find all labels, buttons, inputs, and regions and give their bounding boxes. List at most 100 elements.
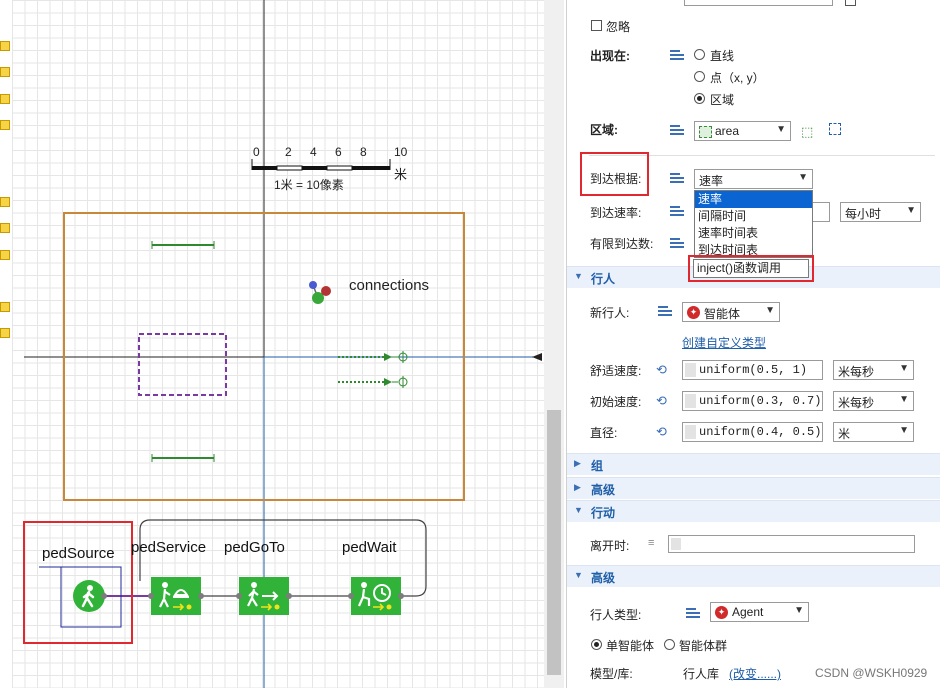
ped-wait-out-port[interactable] <box>398 593 404 599</box>
scale-caption: 1米 = 10像素 <box>274 178 344 192</box>
appear-option-point-radio[interactable] <box>694 71 705 82</box>
dynamic-value-icon[interactable]: ⟲ <box>656 393 667 409</box>
service-icon <box>159 582 192 611</box>
static-value-icon[interactable] <box>670 125 684 135</box>
dynamic-value-icon[interactable]: ⟲ <box>656 362 667 378</box>
canvas-scrollbar-thumb[interactable] <box>547 410 561 675</box>
ped-source-label: pedSource <box>42 545 115 562</box>
palette-item-icon[interactable] <box>0 302 10 312</box>
palette-item-icon[interactable] <box>0 67 10 77</box>
area-label: 区域: <box>590 123 618 137</box>
section-advanced-2[interactable]: ▼ 高级 <box>567 565 940 587</box>
static-value-icon[interactable] <box>658 306 672 316</box>
single-agent-label: 单智能体 <box>606 639 655 653</box>
create-type-link[interactable]: 创建自定义类型 <box>682 334 766 351</box>
comfort-speed-label: 舒适速度: <box>590 364 642 378</box>
name-field[interactable] <box>684 0 833 6</box>
chevron-down-icon: ▼ <box>765 305 775 316</box>
static-value-icon[interactable] <box>670 50 684 60</box>
new-ped-label: 新行人: <box>590 306 630 320</box>
dropdown-option-rate[interactable]: 速率 <box>695 191 812 208</box>
ped-service-block[interactable] <box>151 577 201 615</box>
palette-item-icon[interactable] <box>0 328 10 338</box>
agent-group-radio[interactable] <box>664 639 675 650</box>
palette-item-icon[interactable] <box>0 223 10 233</box>
ped-goto-block[interactable] <box>239 577 289 615</box>
go-to-icon <box>247 582 280 611</box>
palette-item-icon[interactable] <box>0 94 10 104</box>
code-icon: ≡ <box>648 537 655 549</box>
ped-goto-in-port[interactable] <box>236 593 242 599</box>
top-checkbox[interactable] <box>845 0 856 6</box>
static-value-icon[interactable] <box>670 206 684 216</box>
ignore-label: 忽略 <box>606 20 631 34</box>
scale-tick-8: 8 <box>360 145 367 159</box>
expand-triangle-icon: ▶ <box>574 482 581 492</box>
appear-option-line-radio[interactable] <box>694 49 705 60</box>
appear-option-area-radio[interactable] <box>694 93 705 104</box>
pick-area-icon[interactable]: ⬚ <box>801 124 813 140</box>
palette-item-icon[interactable] <box>0 250 10 260</box>
model-library-value: 行人库 <box>683 667 720 681</box>
scale-tick-4: 4 <box>310 145 317 159</box>
scale-tick-10: 10 <box>394 145 408 159</box>
change-link[interactable]: (改变......) <box>729 665 781 682</box>
ped-goto-label: pedGoTo <box>224 539 285 556</box>
ped-service-label: pedService <box>131 539 207 556</box>
limited-arrivals-label: 有限到达数: <box>590 237 654 251</box>
ped-wait-in-port[interactable] <box>348 593 354 599</box>
static-value-icon[interactable] <box>686 608 700 618</box>
scale-tick-2: 2 <box>285 145 292 159</box>
ped-service-in-port[interactable] <box>148 593 154 599</box>
appear-option-line: 直线 <box>710 49 735 63</box>
agent-icon: ✦ <box>687 306 700 319</box>
static-value-icon[interactable] <box>670 173 684 183</box>
wait-icon <box>357 582 392 611</box>
model-canvas[interactable]: 0 2 4 6 8 10 米 1米 = 10像素 connections ped… <box>12 0 544 688</box>
chevron-down-icon: ▼ <box>906 205 916 216</box>
chevron-down-icon: ▼ <box>899 394 909 405</box>
ignore-checkbox[interactable] <box>591 20 602 31</box>
initial-unit-select[interactable]: 米每秒 ▼ <box>833 391 914 411</box>
section-advanced[interactable]: ▶ 高级 <box>567 477 940 499</box>
static-value-icon[interactable] <box>670 238 684 248</box>
palette-item-icon[interactable] <box>0 197 10 207</box>
on-leave-field[interactable] <box>668 535 915 553</box>
dropdown-option-interval[interactable]: 间隔时间 <box>695 208 812 225</box>
dropdown-option-rate-schedule[interactable]: 速率时间表 <box>695 225 812 242</box>
palette-item-icon[interactable] <box>0 120 10 130</box>
select-area-icon[interactable] <box>829 123 841 135</box>
highlight-box <box>688 255 814 282</box>
comfort-unit-select[interactable]: 米每秒 ▼ <box>833 360 914 380</box>
connections-label[interactable]: connections <box>349 277 429 294</box>
section-group[interactable]: ▶ 组 <box>567 453 940 475</box>
initial-speed-field[interactable]: uniform(0.3, 0.7) <box>682 391 823 411</box>
dynamic-value-icon[interactable]: ⟲ <box>656 424 667 440</box>
diameter-field[interactable]: uniform(0.4, 0.5) <box>682 422 823 442</box>
initial-speed-label: 初始速度: <box>590 395 642 409</box>
rate-field[interactable] <box>812 202 830 222</box>
chevron-down-icon: ▼ <box>776 124 786 135</box>
comfort-speed-field[interactable]: uniform(0.5, 1) <box>682 360 823 380</box>
ped-wait-block[interactable] <box>351 577 401 615</box>
ped-goto-out-port[interactable] <box>286 593 292 599</box>
ped-type-select[interactable]: ✦ Agent ▼ <box>710 602 809 622</box>
area-select[interactable]: area ▼ <box>694 121 791 141</box>
agent-group-label: 智能体群 <box>679 639 728 653</box>
collapse-triangle-icon: ▼ <box>574 570 583 580</box>
arrival-dropdown-list[interactable]: 速率 间隔时间 速率时间表 到达时间表 <box>694 190 813 258</box>
diameter-label: 直径: <box>590 426 618 440</box>
single-agent-radio[interactable] <box>591 639 602 650</box>
rate-label: 到达速率: <box>590 206 642 220</box>
rate-unit-select[interactable]: 每小时 ▼ <box>840 202 921 222</box>
arrival-select[interactable]: 速率 ▼ <box>694 169 813 189</box>
appear-label: 出现在: <box>590 49 630 63</box>
ped-source-out-port[interactable] <box>101 593 107 599</box>
new-ped-select[interactable]: ✦ 智能体 ▼ <box>682 302 780 322</box>
scale-unit: 米 <box>394 167 408 182</box>
diameter-unit-select[interactable]: 米 ▼ <box>833 422 914 442</box>
section-action[interactable]: ▼ 行动 <box>567 500 940 522</box>
ped-service-out-port[interactable] <box>198 593 204 599</box>
palette-item-icon[interactable] <box>0 41 10 51</box>
appear-option-area: 区域 <box>710 93 735 107</box>
